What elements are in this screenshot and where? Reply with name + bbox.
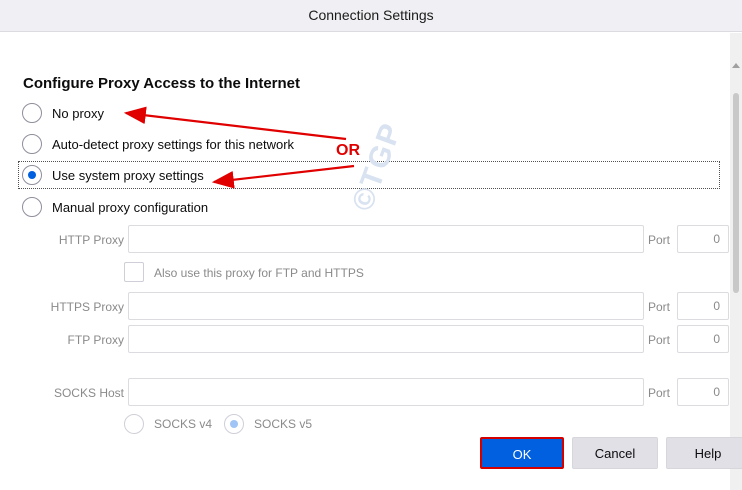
socks-v5-radio[interactable] bbox=[224, 414, 244, 434]
also-use-proxy-checkbox[interactable] bbox=[124, 262, 144, 282]
help-button[interactable]: Help bbox=[666, 437, 742, 469]
section-heading: Configure Proxy Access to the Internet bbox=[23, 75, 301, 92]
radio-button-manual-proxy[interactable] bbox=[22, 197, 42, 217]
scroll-up-arrow-icon[interactable] bbox=[732, 63, 740, 68]
socks-v5-option[interactable]: SOCKS v5 bbox=[224, 414, 312, 434]
cancel-button[interactable]: Cancel bbox=[572, 437, 658, 469]
radio-option-no-proxy[interactable]: No proxy bbox=[22, 101, 104, 125]
radio-label-system-proxy: Use system proxy settings bbox=[52, 167, 204, 183]
https-port-input[interactable]: 0 bbox=[677, 292, 729, 320]
http-port-label: Port bbox=[648, 233, 671, 247]
ftp-proxy-label: FTP Proxy bbox=[67, 333, 124, 347]
ok-button[interactable]: OK bbox=[480, 437, 564, 469]
ftp-proxy-input[interactable] bbox=[128, 325, 644, 353]
socks-host-input[interactable] bbox=[128, 378, 644, 406]
window-title-bar: Connection Settings bbox=[0, 0, 742, 32]
radio-option-manual-proxy[interactable]: Manual proxy configuration bbox=[22, 195, 208, 219]
radio-button-no-proxy[interactable] bbox=[22, 103, 42, 123]
radio-label-no-proxy: No proxy bbox=[52, 105, 105, 121]
http-proxy-input[interactable] bbox=[128, 225, 644, 253]
radio-option-auto-detect[interactable]: Auto-detect proxy settings for this netw… bbox=[22, 132, 294, 156]
radio-button-auto-detect[interactable] bbox=[22, 134, 42, 154]
socks-v5-label: SOCKS v5 bbox=[254, 417, 313, 431]
radio-button-system-proxy[interactable] bbox=[22, 165, 42, 185]
radio-option-system-proxy[interactable]: Use system proxy settings bbox=[22, 163, 204, 187]
radio-label-auto-detect: Auto-detect proxy settings for this netw… bbox=[52, 136, 295, 152]
https-proxy-label: HTTPS Proxy bbox=[50, 300, 124, 314]
socks-v4-radio[interactable] bbox=[124, 414, 144, 434]
socks-port-input[interactable]: 0 bbox=[677, 378, 729, 406]
or-annotation: OR bbox=[336, 142, 360, 159]
socks-host-label: SOCKS Host bbox=[53, 386, 124, 400]
socks-v4-option[interactable]: SOCKS v4 bbox=[124, 414, 212, 434]
scroll-thumb[interactable] bbox=[733, 93, 739, 293]
ftp-port-label: Port bbox=[648, 333, 671, 347]
https-port-label: Port bbox=[648, 300, 671, 314]
http-port-input[interactable]: 0 bbox=[677, 225, 729, 253]
vertical-scrollbar[interactable] bbox=[730, 33, 742, 490]
radio-label-manual-proxy: Manual proxy configuration bbox=[52, 199, 209, 215]
socks-v4-label: SOCKS v4 bbox=[154, 417, 213, 431]
ftp-port-input[interactable]: 0 bbox=[677, 325, 729, 353]
https-proxy-input[interactable] bbox=[128, 292, 644, 320]
also-use-proxy-label: Also use this proxy for FTP and HTTPS bbox=[154, 266, 364, 280]
socks-port-label: Port bbox=[648, 386, 671, 400]
window-title: Connection Settings bbox=[308, 7, 434, 23]
http-proxy-label: HTTP Proxy bbox=[58, 233, 124, 247]
